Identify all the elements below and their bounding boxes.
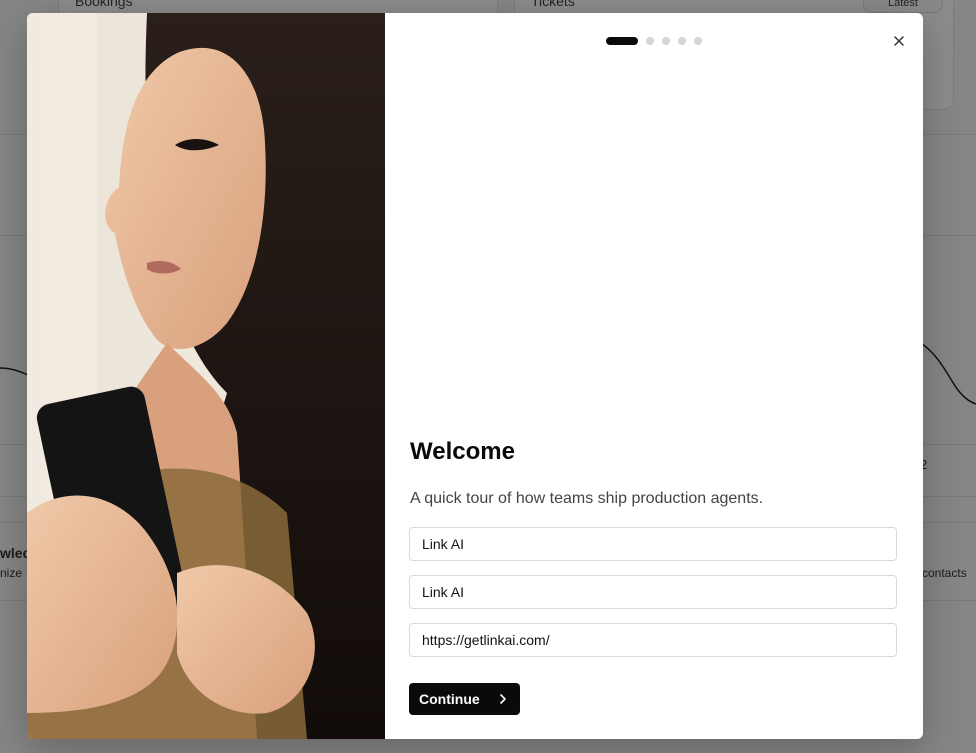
step-dot bbox=[694, 37, 702, 45]
name-field[interactable] bbox=[409, 527, 897, 561]
step-indicator bbox=[606, 37, 702, 45]
continue-button[interactable]: Continue bbox=[409, 683, 520, 715]
step-dot bbox=[646, 37, 654, 45]
hero-image bbox=[27, 13, 385, 739]
hero-photo-illustration bbox=[27, 13, 385, 739]
company-field[interactable] bbox=[409, 575, 897, 609]
chevron-right-icon bbox=[500, 694, 506, 704]
close-button[interactable] bbox=[887, 29, 911, 53]
continue-label: Continue bbox=[419, 691, 480, 707]
step-dot bbox=[678, 37, 686, 45]
website-field[interactable] bbox=[409, 623, 897, 657]
step-dot-active bbox=[606, 37, 638, 45]
step-dot bbox=[662, 37, 670, 45]
close-icon bbox=[894, 36, 904, 46]
modal-title: Welcome bbox=[410, 438, 515, 465]
modal-content: Welcome A quick tour of how teams ship p… bbox=[385, 13, 923, 739]
welcome-modal: Welcome A quick tour of how teams ship p… bbox=[27, 13, 923, 739]
modal-subtitle: A quick tour of how teams ship productio… bbox=[410, 490, 764, 507]
